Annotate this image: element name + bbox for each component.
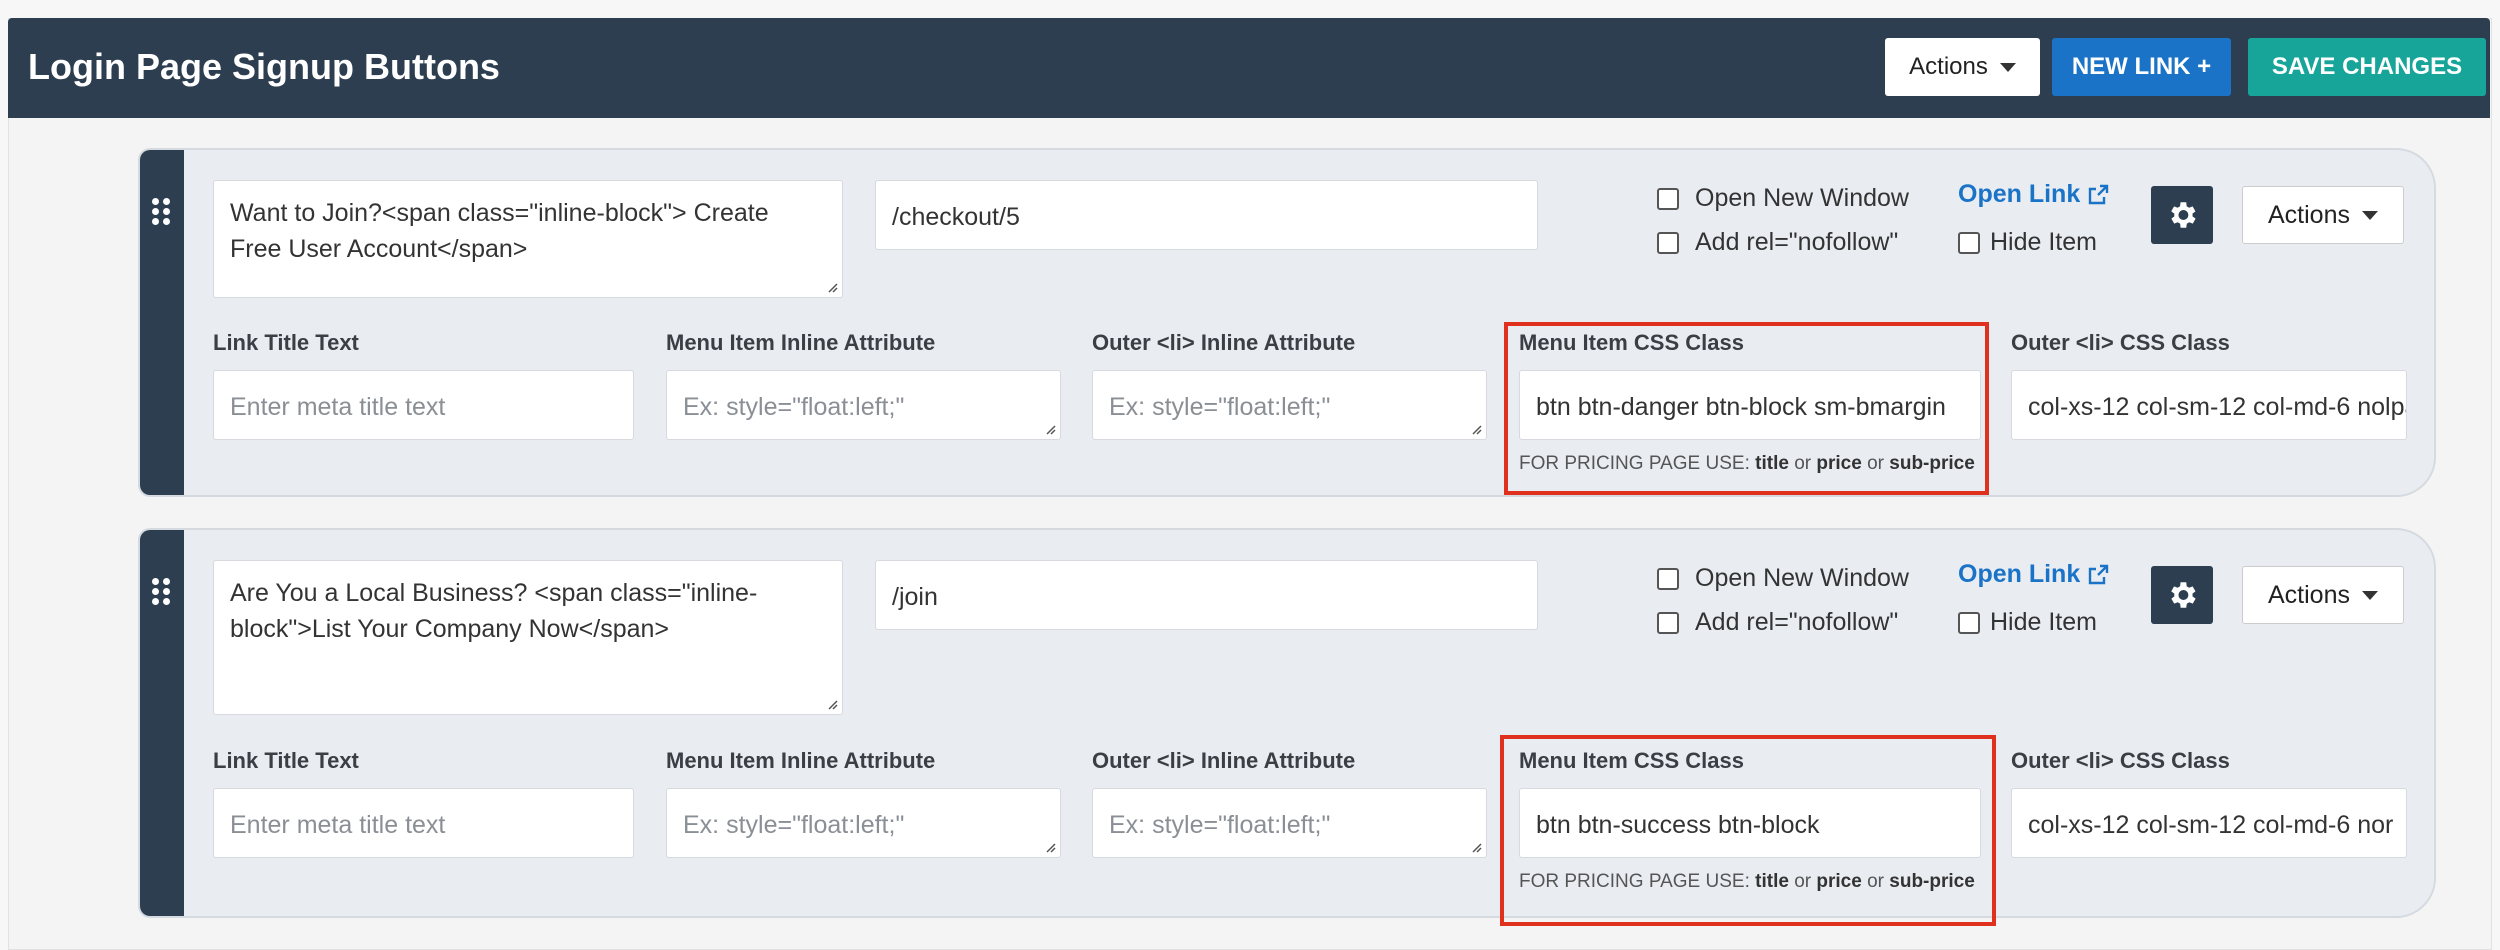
open-new-window-label: Open New Window <box>1695 184 1909 212</box>
resize-grip-icon <box>828 700 838 710</box>
add-nofollow-option[interactable]: Add rel="nofollow" <box>1657 228 1898 257</box>
external-link-icon <box>2089 564 2109 584</box>
item-actions-dropdown[interactable]: Actions <box>2242 566 2404 624</box>
chevron-down-icon <box>2361 210 2378 220</box>
menu-item-inline-attr-placeholder: Ex: style="float:left;" <box>683 811 905 839</box>
menu-item-inline-attr-input[interactable]: Ex: style="float:left;" <box>666 788 1061 858</box>
hide-item-checkbox[interactable] <box>1958 611 1980 634</box>
chevron-down-icon <box>2361 590 2378 600</box>
gear-icon <box>2171 202 2196 228</box>
open-new-window-option[interactable]: Open New Window <box>1657 184 1909 213</box>
hide-item-checkbox[interactable] <box>1958 231 1980 254</box>
link-title-label: Link Title Text <box>213 330 359 355</box>
resize-grip-icon <box>1046 425 1056 435</box>
open-new-window-option[interactable]: Open New Window <box>1657 564 1909 593</box>
url-input[interactable]: /join <box>875 560 1538 630</box>
item-actions-dropdown[interactable]: Actions <box>2242 186 2404 244</box>
highlight-box <box>1500 735 1996 926</box>
link-text-value: Are You a Local Business? <span class="i… <box>230 579 758 643</box>
open-link-label: Open Link <box>1958 180 2081 208</box>
save-changes-button[interactable]: SAVE CHANGES <box>2248 38 2486 96</box>
hide-item-option[interactable]: Hide Item <box>1958 608 2097 637</box>
add-nofollow-label: Add rel="nofollow" <box>1695 608 1899 636</box>
resize-grip-icon <box>1472 843 1482 853</box>
outer-li-inline-attr-label: Outer <li> Inline Attribute <box>1092 748 1356 773</box>
hide-item-label: Hide Item <box>1990 228 2097 256</box>
outer-li-css-input[interactable]: col-xs-12 col-sm-12 col-md-6 nor <box>2011 788 2407 858</box>
menu-item-inline-attr-input[interactable]: Ex: style="float:left;" <box>666 370 1061 440</box>
outer-li-css-label: Outer <li> CSS Class <box>2011 748 2230 773</box>
open-link[interactable]: Open Link <box>1958 180 2110 209</box>
url-value: /join <box>892 583 938 611</box>
url-input[interactable]: /checkout/5 <box>875 180 1538 250</box>
outer-li-inline-attr-label: Outer <li> Inline Attribute <box>1092 330 1356 355</box>
open-new-window-label: Open New Window <box>1695 564 1909 592</box>
resize-grip-icon <box>1046 843 1056 853</box>
outer-li-inline-attr-input[interactable]: Ex: style="float:left;" <box>1092 788 1487 858</box>
open-link[interactable]: Open Link <box>1958 560 2110 589</box>
hide-item-option[interactable]: Hide Item <box>1958 228 2097 257</box>
add-nofollow-option[interactable]: Add rel="nofollow" <box>1657 608 1898 637</box>
settings-button[interactable] <box>2151 566 2213 624</box>
link-title-label: Link Title Text <box>213 748 359 773</box>
link-text-textarea[interactable]: Want to Join?<span class="inline-block">… <box>213 180 843 298</box>
gear-icon <box>2171 582 2196 608</box>
link-title-placeholder: Enter meta title text <box>230 811 446 839</box>
link-item-card: Are You a Local Business? <span class="i… <box>138 528 2436 918</box>
menu-item-inline-attr-label: Menu Item Inline Attribute <box>666 330 936 355</box>
new-link-button[interactable]: NEW LINK + <box>2052 38 2231 96</box>
highlight-box <box>1504 322 1989 495</box>
drag-grip-icon <box>152 198 172 225</box>
header-actions-dropdown[interactable]: Actions <box>1885 38 2040 96</box>
open-new-window-checkbox[interactable] <box>1657 187 1679 210</box>
menu-item-inline-attr-label: Menu Item Inline Attribute <box>666 748 936 773</box>
page-title: Login Page Signup Buttons <box>28 46 500 87</box>
menu-item-inline-attr-placeholder: Ex: style="float:left;" <box>683 393 905 421</box>
resize-grip-icon <box>828 283 838 293</box>
link-title-placeholder: Enter meta title text <box>230 393 446 421</box>
open-link-label: Open Link <box>1958 560 2081 588</box>
outer-li-css-value: col-xs-12 col-sm-12 col-md-6 nolpad <box>2028 393 2407 421</box>
drag-handle[interactable] <box>140 150 184 495</box>
outer-li-css-label: Outer <li> CSS Class <box>2011 330 2230 355</box>
outer-li-css-input[interactable]: col-xs-12 col-sm-12 col-md-6 nolpad <box>2011 370 2407 440</box>
outer-li-inline-attr-placeholder: Ex: style="float:left;" <box>1109 811 1331 839</box>
link-title-input[interactable]: Enter meta title text <box>213 788 634 858</box>
outer-li-inline-attr-placeholder: Ex: style="float:left;" <box>1109 393 1331 421</box>
external-link-icon <box>2089 184 2109 204</box>
outer-li-css-value: col-xs-12 col-sm-12 col-md-6 nor <box>2028 811 2394 839</box>
link-text-value: Want to Join?<span class="inline-block">… <box>230 199 769 263</box>
hide-item-label: Hide Item <box>1990 608 2097 636</box>
header-actions-label: Actions <box>1909 53 1988 80</box>
item-actions-label: Actions <box>2268 580 2350 609</box>
open-new-window-checkbox[interactable] <box>1657 567 1679 590</box>
link-item-card: Want to Join?<span class="inline-block">… <box>138 148 2436 497</box>
drag-handle[interactable] <box>140 530 184 916</box>
add-nofollow-checkbox[interactable] <box>1657 611 1679 634</box>
add-nofollow-checkbox[interactable] <box>1657 231 1679 254</box>
drag-grip-icon <box>152 578 172 605</box>
url-value: /checkout/5 <box>892 203 1020 231</box>
chevron-down-icon <box>1999 62 2016 72</box>
link-text-textarea[interactable]: Are You a Local Business? <span class="i… <box>213 560 843 715</box>
header-bar: Login Page Signup Buttons Actions NEW LI… <box>8 18 2490 118</box>
resize-grip-icon <box>1472 425 1482 435</box>
outer-li-inline-attr-input[interactable]: Ex: style="float:left;" <box>1092 370 1487 440</box>
item-actions-label: Actions <box>2268 200 2350 229</box>
settings-button[interactable] <box>2151 186 2213 244</box>
add-nofollow-label: Add rel="nofollow" <box>1695 228 1899 256</box>
link-title-input[interactable]: Enter meta title text <box>213 370 634 440</box>
